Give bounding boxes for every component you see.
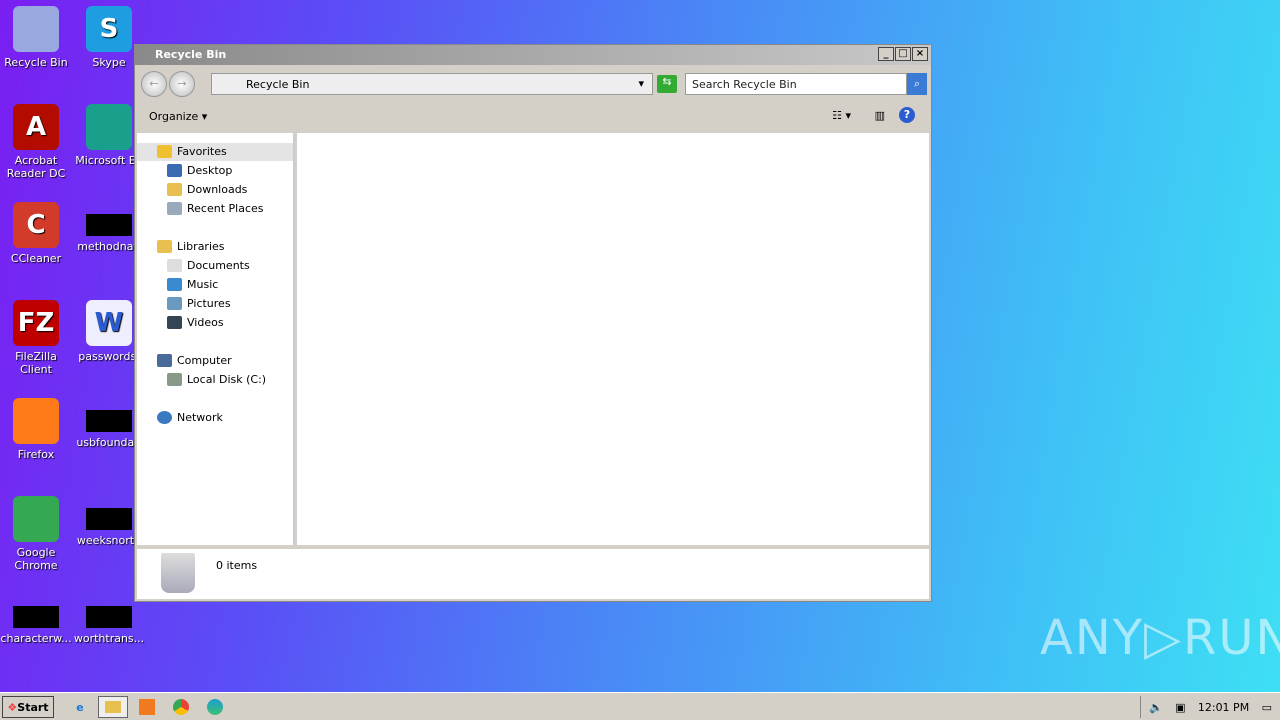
forward-button[interactable]: → — [169, 71, 195, 97]
recycle-bin-icon — [161, 553, 195, 593]
word-doc-icon: W — [86, 300, 132, 346]
preview-pane-icon[interactable]: ▥ — [875, 109, 885, 122]
acrobat-icon: A — [13, 104, 59, 150]
chevron-down-icon[interactable]: ▾ — [638, 77, 644, 90]
nav-desktop[interactable]: Desktop — [167, 164, 232, 177]
address-text: Recycle Bin — [246, 78, 310, 91]
nav-local-disk[interactable]: Local Disk (C:) — [167, 373, 266, 386]
desktop-icon[interactable]: A Acrobat Reader DC — [0, 104, 74, 180]
title-bar[interactable]: Recycle Bin _ □ × — [135, 45, 931, 65]
desktop-icon-label: Recycle Bin — [4, 56, 68, 69]
file-icon — [86, 214, 132, 236]
desktop-icon[interactable]: characterw... — [0, 594, 74, 645]
edge-icon — [86, 104, 132, 150]
nav-documents[interactable]: Documents — [167, 259, 250, 272]
nav-music[interactable]: Music — [167, 278, 218, 291]
media-player-icon[interactable] — [138, 696, 156, 718]
desktop-icon-label: worthtrans... — [73, 632, 145, 645]
desktop-icon-label: Acrobat Reader DC — [6, 154, 66, 180]
desktop-icon[interactable]: Recycle Bin — [0, 6, 74, 69]
file-icon — [13, 606, 59, 628]
desktop-icon[interactable]: Firefox — [0, 398, 74, 461]
desktop-icon[interactable]: C CCleaner — [0, 202, 74, 265]
watermark-logo: ANY▷RUN — [1040, 610, 1280, 666]
file-icon — [86, 606, 132, 628]
window-title: Recycle Bin — [155, 48, 227, 61]
organize-button[interactable]: Organize ▾ — [149, 110, 207, 123]
edge-icon[interactable] — [206, 696, 224, 718]
maximize-button[interactable]: □ — [895, 47, 911, 61]
close-button[interactable]: × — [912, 47, 928, 61]
ccleaner-icon: C — [13, 202, 59, 248]
recycle-bin-icon — [13, 6, 59, 52]
nav-network[interactable]: Network — [157, 411, 223, 424]
nav-libraries[interactable]: Libraries — [157, 240, 225, 253]
clock[interactable]: 12:01 PM — [1198, 701, 1249, 714]
nav-pictures[interactable]: Pictures — [167, 297, 231, 310]
desktop-icon-label: Firefox — [17, 448, 55, 461]
show-desktop-icon[interactable]: ▭ — [1262, 701, 1272, 714]
file-icon — [86, 410, 132, 432]
item-count: 0 items — [216, 559, 258, 572]
chrome-icon[interactable] — [172, 696, 190, 718]
firefox-icon — [13, 398, 59, 444]
nav-recent-places[interactable]: Recent Places — [167, 202, 264, 215]
skype-icon: S — [86, 6, 132, 52]
view-options-icon[interactable]: ☷ ▾ — [832, 109, 851, 122]
desktop-icon[interactable]: FZ FileZilla Client — [0, 300, 74, 376]
file-icon — [86, 508, 132, 530]
nav-computer[interactable]: Computer — [157, 354, 232, 367]
nav-videos[interactable]: Videos — [167, 316, 224, 329]
ie-icon[interactable]: e — [70, 696, 90, 718]
nav-favorites[interactable]: Favorites — [157, 145, 227, 158]
explorer-taskbar-button[interactable] — [98, 696, 128, 718]
file-list[interactable] — [297, 133, 929, 545]
search-icon[interactable]: ⌕ — [907, 73, 927, 95]
help-icon[interactable]: ? — [899, 107, 915, 123]
back-button[interactable]: ← — [141, 71, 167, 97]
desktop-icon-label: FileZilla Client — [15, 350, 57, 376]
explorer-window: Recycle Bin _ □ × ← → Recycle Bin ▾ ⇆ Searc… — [134, 44, 932, 602]
volume-icon[interactable]: 🔈 — [1149, 701, 1163, 714]
taskbar: ❖ Start e 🔈 ▣ 12:01 PM ▭ — [0, 692, 1280, 720]
desktop-icon[interactable]: Google Chrome — [0, 496, 74, 572]
desktop-icon-label: characterw... — [0, 632, 72, 645]
filezilla-icon: FZ — [13, 300, 59, 346]
chrome-icon — [13, 496, 59, 542]
network-tray-icon[interactable]: ▣ — [1175, 701, 1185, 714]
refresh-button[interactable]: ⇆ — [657, 75, 677, 93]
desktop-icon-label: CCleaner — [10, 252, 62, 265]
search-input[interactable]: Search Recycle Bin — [685, 73, 907, 95]
desktop-icon-label: Google Chrome — [14, 546, 58, 572]
minimize-button[interactable]: _ — [878, 47, 894, 61]
search-placeholder: Search Recycle Bin — [692, 78, 797, 91]
nav-downloads[interactable]: Downloads — [167, 183, 247, 196]
navigation-pane: Favorites Desktop Downloads Recent Place… — [137, 133, 295, 545]
details-pane: 0 items — [137, 549, 929, 599]
start-button[interactable]: ❖ Start — [2, 696, 54, 718]
address-bar[interactable]: Recycle Bin ▾ — [211, 73, 653, 95]
